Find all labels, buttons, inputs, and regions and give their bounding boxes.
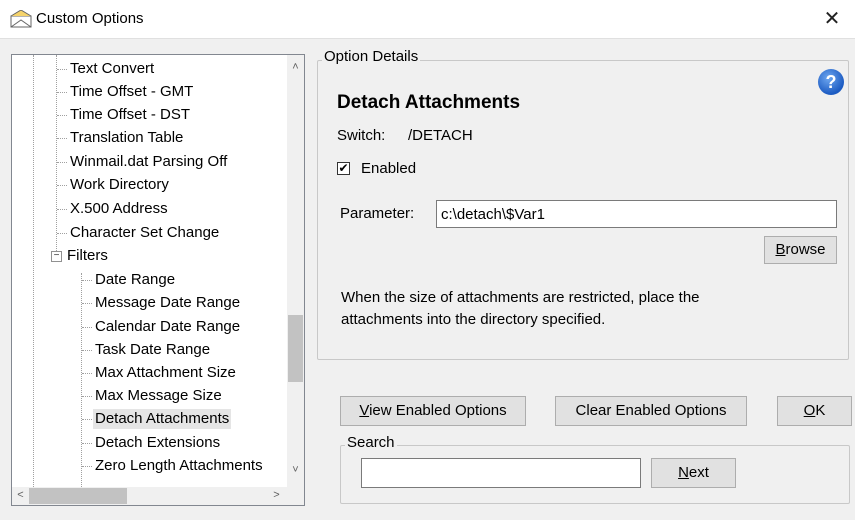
- browse-button[interactable]: Browse: [764, 236, 837, 264]
- scroll-down-icon[interactable]: ˅: [287, 462, 304, 479]
- window-title: Custom Options: [36, 10, 144, 27]
- ok-button[interactable]: OK: [777, 396, 852, 426]
- scroll-right-icon[interactable]: >: [268, 487, 285, 504]
- tree-item[interactable]: Time Offset - GMT: [68, 82, 195, 102]
- enabled-label[interactable]: Enabled: [361, 160, 416, 177]
- tree-line: [33, 55, 34, 487]
- envelope-icon: [10, 10, 32, 28]
- close-button[interactable]: ✕: [809, 0, 855, 38]
- tree-item[interactable]: Character Set Change: [68, 223, 221, 243]
- title-bar: Custom Options ✕: [0, 0, 855, 39]
- search-input[interactable]: [361, 458, 641, 488]
- tree-item[interactable]: Text Convert: [68, 59, 156, 79]
- tree-item[interactable]: Translation Table: [68, 128, 185, 148]
- scroll-thumb[interactable]: [29, 488, 127, 504]
- tree-item[interactable]: Max Message Size: [93, 386, 224, 406]
- collapse-icon[interactable]: −: [51, 251, 62, 262]
- switch-value: /DETACH: [408, 127, 473, 144]
- scroll-left-icon[interactable]: <: [12, 487, 29, 504]
- clear-enabled-options-button[interactable]: Clear Enabled Options: [555, 396, 747, 426]
- view-enabled-options-button[interactable]: View Enabled Options: [340, 396, 526, 426]
- parameter-input[interactable]: [436, 200, 837, 228]
- switch-label: Switch:: [337, 127, 386, 144]
- vertical-scrollbar[interactable]: ˄ ˅: [287, 55, 304, 487]
- tree-line: [81, 273, 82, 487]
- tree-item-filters[interactable]: Filters: [65, 246, 110, 266]
- tree-item[interactable]: Winmail.dat Parsing Off: [68, 152, 229, 172]
- tree-item[interactable]: Work Directory: [68, 175, 171, 195]
- search-legend: Search: [345, 434, 397, 451]
- tree-item[interactable]: Calendar Date Range: [93, 317, 242, 337]
- tree-item[interactable]: Date Range: [93, 270, 177, 290]
- scroll-corner: [287, 487, 304, 505]
- enabled-checkbox[interactable]: ✔: [337, 162, 350, 175]
- option-description: When the size of attachments are restric…: [341, 289, 700, 328]
- tree-item-selected[interactable]: Detach Attachments: [93, 409, 232, 429]
- scroll-up-icon[interactable]: ˄: [287, 59, 304, 76]
- tree-item[interactable]: X.500 Address: [68, 199, 170, 219]
- tree-item[interactable]: Zero Length Attachments: [93, 456, 265, 476]
- option-title: Detach Attachments: [337, 92, 521, 113]
- tree-item[interactable]: Max Attachment Size: [93, 363, 238, 383]
- parameter-label: Parameter:: [340, 205, 415, 222]
- option-details-legend: Option Details: [322, 48, 421, 65]
- tree-item[interactable]: Task Date Range: [93, 340, 212, 360]
- tree-item[interactable]: Detach Extensions: [93, 433, 222, 453]
- horizontal-scrollbar[interactable]: < >: [12, 487, 287, 505]
- next-button[interactable]: Next: [651, 458, 736, 488]
- tree-item[interactable]: Time Offset - DST: [68, 105, 192, 125]
- tree-line: [56, 55, 57, 255]
- scroll-thumb[interactable]: [288, 315, 303, 382]
- tree-item[interactable]: Message Date Range: [93, 293, 242, 313]
- help-icon[interactable]: ?: [818, 69, 844, 95]
- options-tree[interactable]: Text Convert Time Offset - GMT Time Offs…: [11, 54, 305, 506]
